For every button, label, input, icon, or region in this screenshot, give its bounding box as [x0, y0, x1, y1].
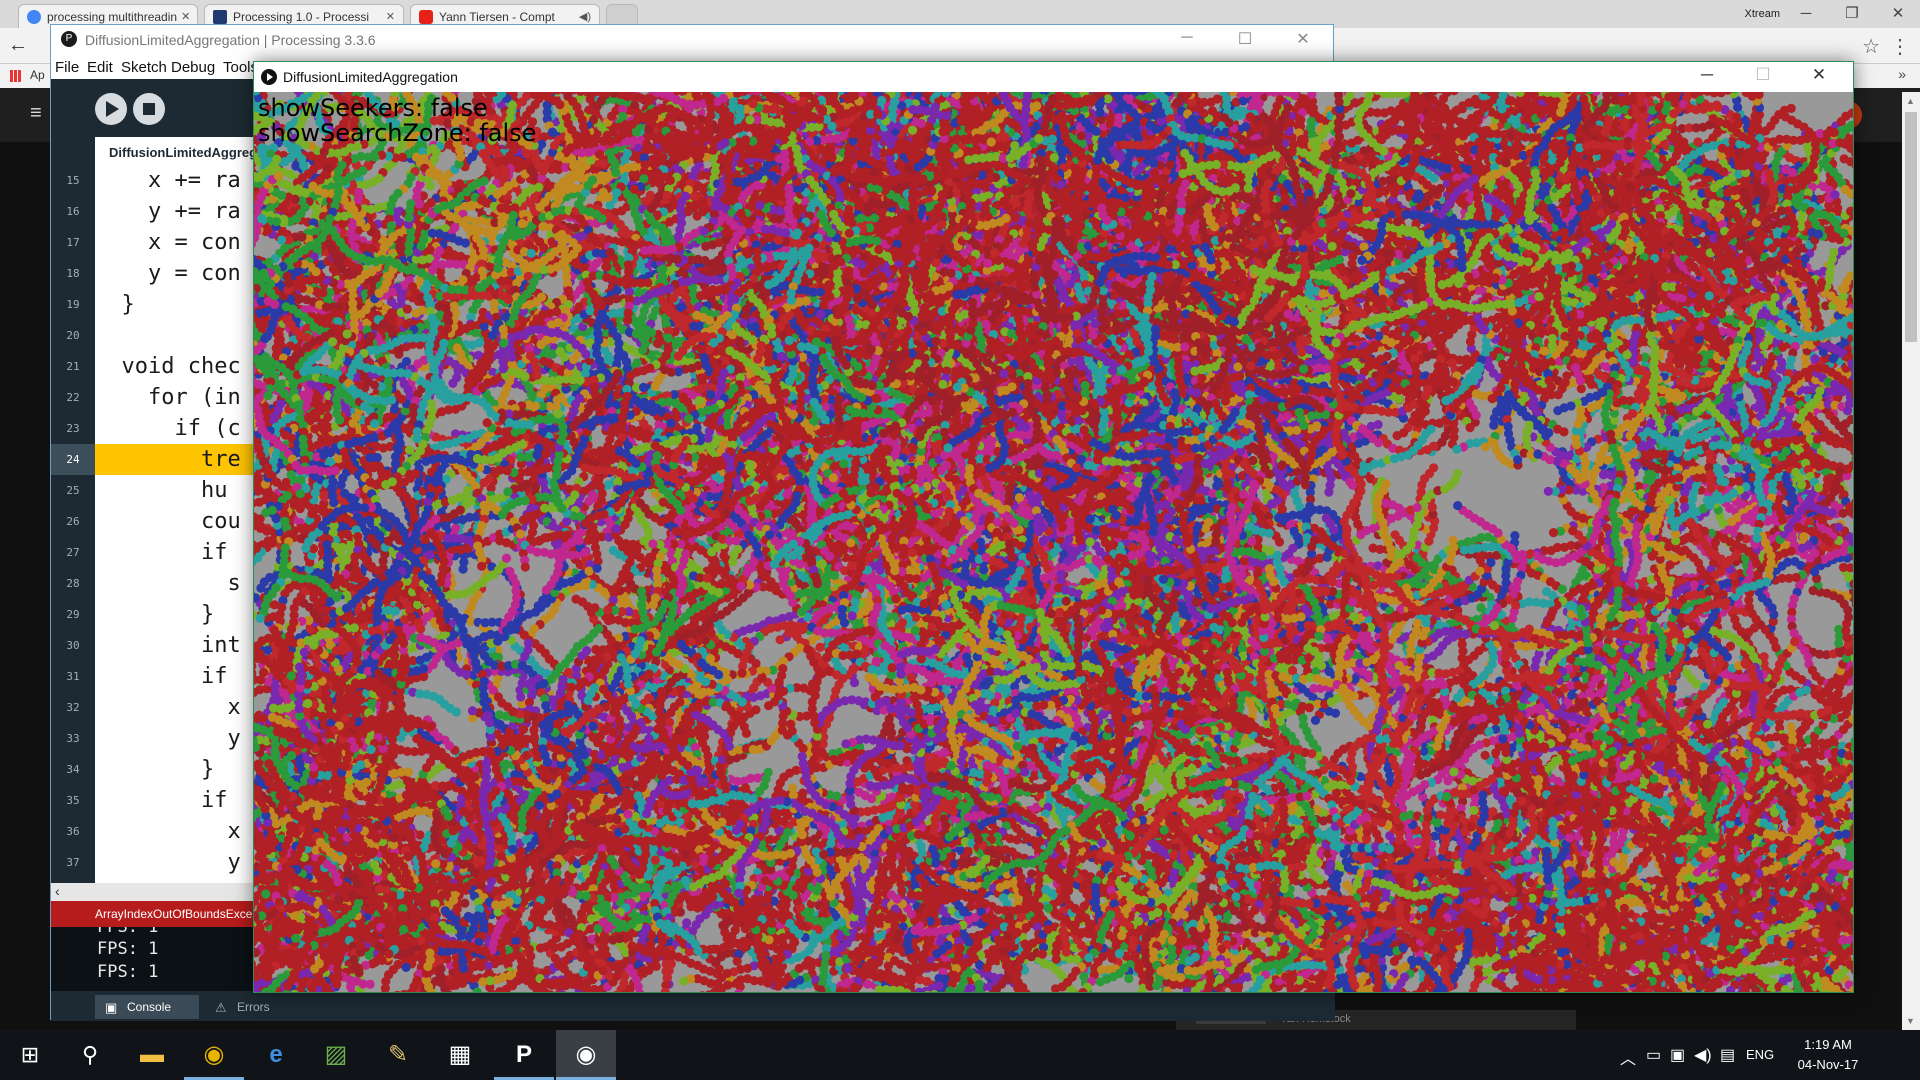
sketch-canvas[interactable]: showSeekers: false showSearchZone: false — [254, 92, 1853, 992]
line-number-gutter: 15 16 17 18 19 20 21 22 23 24 25 26 27 28 29 30 31 32 33 34… — [51, 167, 95, 883]
minimize-icon[interactable]: ─ — [1684, 65, 1730, 85]
minimize-icon[interactable]: ─ — [1786, 2, 1826, 26]
maximize-icon: ☐ — [1740, 65, 1786, 85]
minimize-icon[interactable]: ─ — [1167, 29, 1207, 47]
scroll-down-icon[interactable]: ▼ — [1906, 1016, 1915, 1026]
close-icon[interactable]: ✕ — [1878, 2, 1918, 26]
line-number: 28 — [51, 568, 95, 599]
menu-edit[interactable]: Edit — [87, 59, 113, 76]
run-button[interactable] — [95, 93, 127, 125]
close-icon[interactable]: ✕ — [1796, 65, 1842, 85]
ide-window-title: DiffusionLimitedAggregation | Processing… — [85, 32, 376, 48]
close-tab-icon[interactable]: ✕ — [382, 10, 395, 23]
scroll-left-icon[interactable]: ‹ — [55, 883, 60, 899]
browser-tab-title: Yann Tiersen - Compt — [439, 10, 555, 24]
line-number: 37 — [51, 847, 95, 878]
play-icon — [106, 101, 119, 117]
youtube-icon — [419, 10, 433, 24]
stop-button[interactable] — [133, 93, 165, 125]
warning-icon: ⚠ — [215, 1000, 227, 1016]
menu-dots-icon[interactable]: ⋮ — [1890, 34, 1910, 59]
hamburger-menu-icon[interactable]: ≡ — [30, 102, 42, 125]
stop-icon — [143, 103, 155, 115]
back-arrow-icon[interactable]: ← — [8, 34, 28, 57]
ide-titlebar: P DiffusionLimitedAggregation | Processi… — [51, 25, 1333, 55]
line-number: 17 — [51, 227, 95, 258]
line-number: 35 — [51, 785, 95, 816]
browser-tab-title: Processing 1.0 - Processi — [233, 10, 369, 24]
console-line: FPS: 1 — [97, 927, 158, 937]
line-number: 36 — [51, 816, 95, 847]
console-icon: ▣ — [105, 1000, 117, 1016]
tab-console[interactable]: ▣ Console — [95, 995, 199, 1019]
apps-grid-icon[interactable] — [10, 70, 22, 82]
console-tabs: ▣ Console ⚠ Errors — [51, 991, 1335, 1021]
line-number: 31 — [51, 661, 95, 692]
scroll-thumb[interactable] — [1905, 112, 1917, 342]
audio-icon[interactable]: ◀) — [575, 10, 591, 23]
line-number: 16 — [51, 196, 95, 227]
console-line: FPS: 1 — [97, 939, 158, 959]
line-number: 24 — [51, 444, 95, 475]
line-number: 22 — [51, 382, 95, 413]
apps-link[interactable]: Ap — [30, 68, 45, 82]
google-icon — [27, 10, 41, 24]
processing-doc-icon — [213, 10, 227, 24]
console-line: FPS: 1 — [97, 962, 158, 982]
line-number: 23 — [51, 413, 95, 444]
line-number: 20 — [51, 320, 95, 351]
dla-cluster-drawing — [254, 92, 1853, 992]
line-number: 18 — [51, 258, 95, 289]
restore-icon[interactable]: ❐ — [1832, 2, 1872, 26]
tab-errors[interactable]: ⚠ Errors — [205, 995, 295, 1019]
profile-name[interactable]: Xtream — [1745, 8, 1780, 20]
page-scrollbar[interactable]: ▲ ▼ — [1902, 92, 1920, 1030]
sketch-titlebar: DiffusionLimitedAggregation ─ ☐ ✕ — [254, 62, 1853, 92]
line-number: 32 — [51, 692, 95, 723]
line-number: 15 — [51, 165, 95, 196]
line-number: 29 — [51, 599, 95, 630]
browser-tab-title: processing multithreadin — [47, 10, 177, 24]
tab-errors-label: Errors — [237, 1000, 270, 1014]
scroll-up-icon[interactable]: ▲ — [1906, 96, 1915, 106]
bookmark-star-icon[interactable]: ☆ — [1862, 34, 1880, 59]
sketch-window-title: DiffusionLimitedAggregation — [283, 69, 458, 85]
sketch-window: DiffusionLimitedAggregation ─ ☐ ✕ showSe… — [253, 61, 1854, 993]
line-number: 26 — [51, 506, 95, 537]
line-number: 21 — [51, 351, 95, 382]
close-tab-icon[interactable]: ✕ — [177, 10, 190, 23]
error-message: ArrayIndexOutOfBoundsExce — [95, 907, 252, 921]
processing-run-icon — [261, 69, 277, 85]
processing-logo-icon: P — [61, 31, 77, 47]
line-number: 33 — [51, 723, 95, 754]
line-number: 25 — [51, 475, 95, 506]
line-number: 19 — [51, 289, 95, 320]
tab-console-label: Console — [127, 1000, 171, 1014]
menu-sketch[interactable]: Sketch — [121, 59, 167, 76]
chevron-right-icon[interactable]: » — [1898, 66, 1906, 82]
close-icon[interactable]: ✕ — [1283, 29, 1323, 49]
menu-debug[interactable]: Debug — [171, 59, 215, 76]
line-number: 34 — [51, 754, 95, 785]
menu-file[interactable]: File — [55, 59, 79, 76]
line-number: 30 — [51, 630, 95, 661]
line-number: 27 — [51, 537, 95, 568]
maximize-icon[interactable]: ☐ — [1225, 29, 1265, 49]
